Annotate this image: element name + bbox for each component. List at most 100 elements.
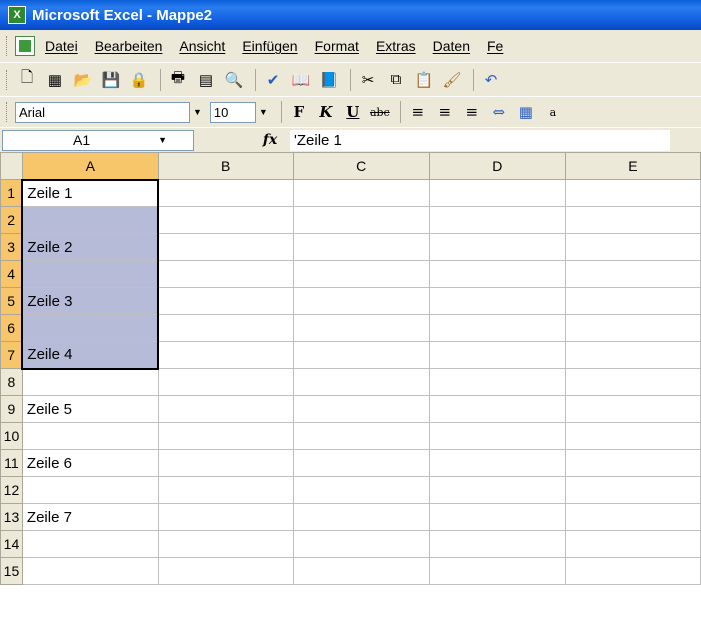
name-box-dropdown-icon[interactable]: ▼ (158, 131, 167, 150)
cell[interactable] (292, 449, 430, 477)
toolbar-grip[interactable] (6, 69, 9, 90)
cell[interactable] (428, 368, 566, 396)
cell[interactable] (564, 503, 701, 531)
merge-center-icon[interactable]: ⇔ (487, 100, 511, 124)
cell-a10[interactable] (21, 422, 159, 450)
cell[interactable] (428, 260, 566, 288)
cell[interactable] (157, 287, 294, 315)
cell[interactable] (157, 530, 294, 558)
toolbar-grip[interactable] (6, 102, 9, 122)
cell[interactable] (428, 476, 566, 504)
cell-a3[interactable]: Zeile 2 (21, 233, 160, 261)
function-icon[interactable]: fx (250, 132, 290, 148)
cell[interactable] (564, 368, 701, 396)
research-book-icon[interactable]: 📖 (289, 68, 313, 92)
cell[interactable] (292, 530, 430, 558)
font-name-box[interactable]: Arial (15, 101, 190, 123)
cell[interactable] (564, 476, 701, 504)
cell[interactable] (564, 206, 701, 234)
cell[interactable] (428, 206, 566, 234)
new-icon[interactable]: 🗋 (15, 68, 39, 92)
cell[interactable] (564, 287, 701, 315)
italic-button[interactable]: K (314, 100, 338, 124)
menu-daten[interactable]: Daten (433, 38, 470, 54)
cell[interactable] (564, 314, 701, 342)
cell[interactable] (157, 422, 294, 450)
font-size-box[interactable]: 10 (209, 101, 256, 123)
cell[interactable] (292, 341, 430, 369)
cell[interactable] (157, 476, 294, 504)
cell[interactable] (292, 233, 430, 261)
cell[interactable] (564, 422, 701, 450)
cell[interactable] (428, 530, 566, 558)
cell[interactable] (564, 233, 701, 261)
cell[interactable] (157, 449, 294, 477)
row-header[interactable]: 5 (0, 287, 23, 315)
cell-a14[interactable] (21, 530, 159, 558)
row-header[interactable]: 1 (0, 179, 23, 207)
cell-a5[interactable]: Zeile 3 (21, 287, 160, 315)
cell-a1[interactable]: Zeile 1 (21, 178, 160, 207)
bold-button[interactable]: F (287, 100, 311, 124)
menu-ansicht[interactable]: Ansicht (179, 38, 225, 54)
cell-a12[interactable] (21, 476, 159, 504)
copy-icon[interactable]: ⧉ (384, 68, 408, 92)
column-header-c[interactable]: C (292, 152, 430, 180)
name-box[interactable]: A1 ▼ (2, 129, 194, 151)
cell[interactable] (292, 206, 430, 234)
cell[interactable] (428, 503, 566, 531)
row-header[interactable]: 11 (0, 449, 23, 477)
align-right-icon[interactable]: ≡ (460, 100, 484, 124)
cell[interactable] (428, 287, 566, 315)
folder-icon[interactable]: 📂 (71, 68, 95, 92)
cell[interactable] (157, 233, 294, 261)
workbook-icon[interactable] (15, 36, 35, 56)
cell-a13[interactable]: Zeile 7 (21, 503, 159, 531)
row-header[interactable]: 10 (0, 422, 23, 450)
select-all-corner[interactable] (0, 152, 23, 180)
column-header-e[interactable]: E (564, 152, 701, 180)
cell[interactable] (292, 422, 430, 450)
save-icon[interactable]: 💾 (99, 68, 123, 92)
cell[interactable] (292, 503, 430, 531)
menu-format[interactable]: Format (315, 38, 359, 54)
menu-fenster[interactable]: Fe (487, 38, 503, 54)
row-header[interactable]: 14 (0, 530, 23, 558)
paste-icon[interactable]: 📋 (412, 68, 436, 92)
cell[interactable] (292, 287, 430, 315)
row-header[interactable]: 9 (0, 395, 23, 423)
cell-a2[interactable] (21, 206, 160, 234)
cell[interactable] (292, 476, 430, 504)
cell[interactable] (428, 449, 566, 477)
cell[interactable] (428, 314, 566, 342)
cell[interactable] (292, 557, 430, 585)
cell[interactable] (564, 395, 701, 423)
cell[interactable] (564, 530, 701, 558)
cell-a6[interactable] (21, 314, 160, 342)
spelling-icon[interactable]: ✔ (261, 68, 285, 92)
cell-a9[interactable]: Zeile 5 (21, 395, 159, 423)
font-dropdown-icon[interactable]: ▼ (193, 107, 202, 117)
column-header-b[interactable]: B (157, 152, 294, 180)
cell[interactable] (564, 260, 701, 288)
menu-einfuegen[interactable]: Einfügen (242, 38, 297, 54)
row-header[interactable]: 3 (0, 233, 23, 261)
menu-datei[interactable]: Datei (45, 38, 78, 54)
row-header[interactable]: 4 (0, 260, 23, 288)
print-icon[interactable]: 🖶 (166, 68, 190, 92)
table-icon[interactable]: ▦ (514, 100, 538, 124)
cell-a15[interactable] (21, 557, 159, 585)
cell[interactable] (564, 179, 701, 207)
strikethrough-button[interactable]: abc (368, 100, 392, 124)
row-header[interactable]: 6 (0, 314, 23, 342)
cell[interactable] (157, 179, 294, 207)
text-orientation-icon[interactable]: a (541, 100, 565, 124)
permission-icon[interactable]: 🔒 (127, 68, 151, 92)
undo-icon[interactable]: ↶ (479, 68, 503, 92)
cell[interactable] (292, 395, 430, 423)
cell[interactable] (292, 179, 430, 207)
formula-input[interactable]: 'Zeile 1 (290, 129, 670, 151)
cell[interactable] (157, 260, 294, 288)
row-header[interactable]: 13 (0, 503, 23, 531)
column-header-d[interactable]: D (428, 152, 566, 180)
